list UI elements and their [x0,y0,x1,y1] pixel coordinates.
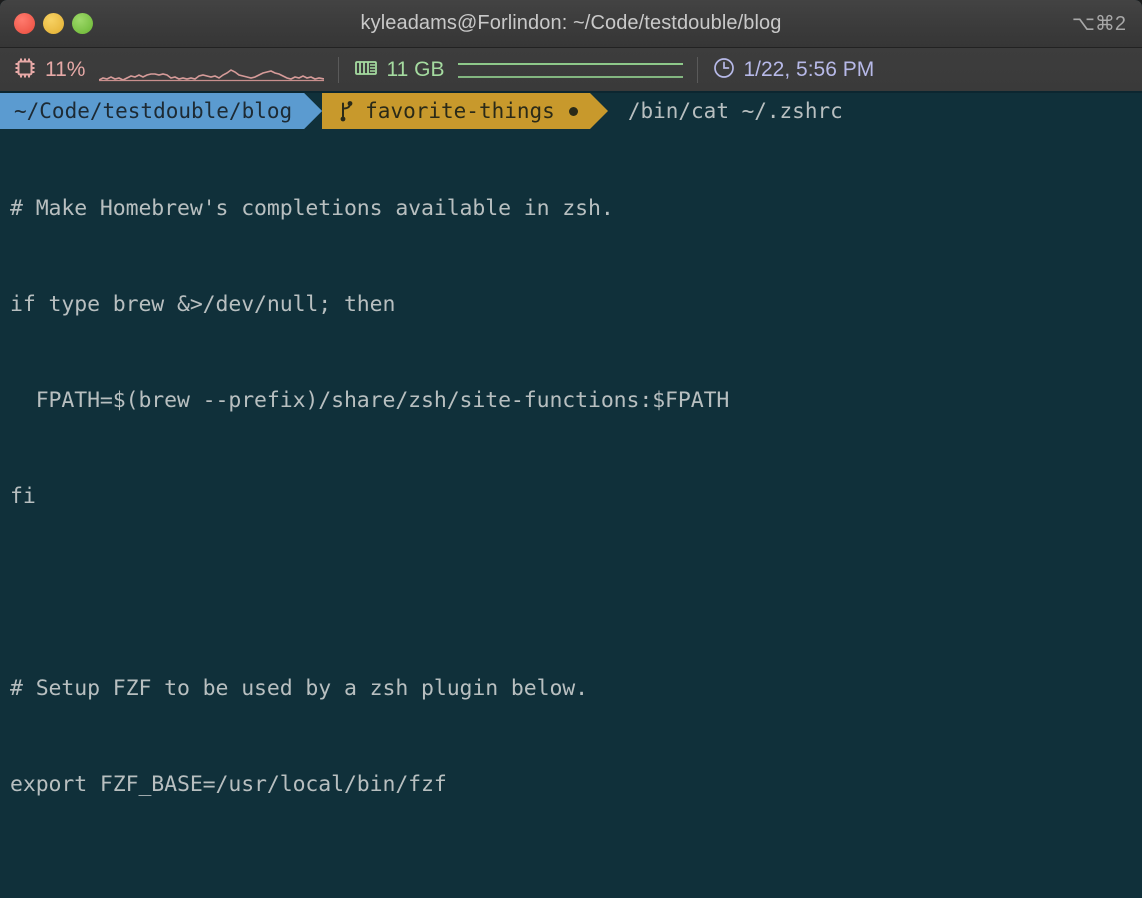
cpu-chip-icon [12,55,38,85]
prompt-path-segment: ~/Code/testdouble/blog [0,93,305,129]
prompt-git-branch-label: favorite-things [365,99,555,123]
powerline-arrow-path [304,93,323,129]
clock-icon [712,56,736,84]
prompt-command-text: /bin/cat ~/.zshrc [627,99,843,123]
terminal-line: # Setup FZF to be used by a zsh plugin b… [10,676,588,701]
cpu-status-group[interactable]: 11% [12,48,325,91]
window-shortcut-label: ⌥⌘2 [1071,13,1126,35]
shell-prompt-line: ~/Code/testdouble/blog favorite-things /… [0,93,1142,129]
clock-value: 1/22, 5:56 PM [743,57,875,81]
window-title: kyleadams@Forlindon: ~/Code/testdouble/b… [360,12,782,34]
memory-graph [458,52,684,88]
terminal-line: fi [10,484,36,509]
git-dirty-indicator-icon [568,106,578,116]
prompt-git-segment: favorite-things [322,93,590,129]
terminal-line: export FZF_BASE=/usr/local/bin/fzf [10,772,447,797]
status-divider-2 [697,56,699,83]
terminal-window: kyleadams@Forlindon: ~/Code/testdouble/b… [0,0,1142,898]
terminal-line: FPATH=$(brew --prefix)/share/zsh/site-fu… [10,388,730,413]
window-controls [14,0,93,47]
title-bar: kyleadams@Forlindon: ~/Code/testdouble/b… [0,0,1142,48]
memory-stick-icon [353,55,379,85]
terminal-line: # Make Homebrew's completions available … [10,196,614,221]
clock-status-group[interactable]: 1/22, 5:56 PM [712,48,874,91]
status-bar: 11% 11 GB 1/22, 5:56 PM [0,48,1142,93]
terminal-line: if type brew &>/dev/null; then [10,292,396,317]
cpu-usage-value: 11% [45,57,86,81]
memory-status-group[interactable]: 11 GB [353,48,684,91]
memory-usage-value: 11 GB [386,57,445,81]
minimize-button[interactable] [43,13,64,34]
git-branch-icon [338,100,355,122]
terminal-output[interactable]: # Make Homebrew's completions available … [0,129,1142,898]
close-button[interactable] [14,13,35,34]
zoom-button[interactable] [72,13,93,34]
status-divider-1 [338,56,340,83]
powerline-arrow-git [589,93,608,129]
cpu-sparkline-graph [99,52,325,88]
